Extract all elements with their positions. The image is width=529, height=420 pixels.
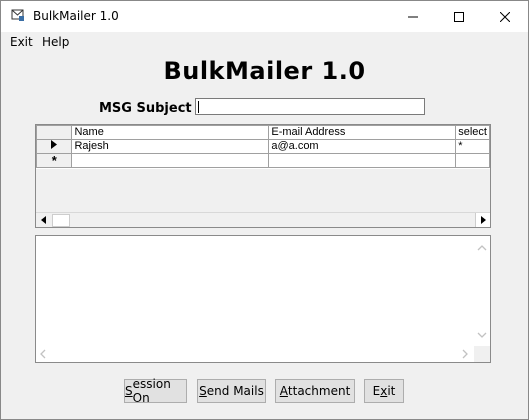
memo-vscroll-arrows-icon [477, 245, 487, 338]
maximize-icon [454, 11, 464, 22]
send-mails-accel: S [199, 384, 207, 398]
current-row-icon [51, 140, 58, 149]
session-on-button[interactable]: Session On [124, 377, 187, 405]
grid-header-row: Name E-mail Address select [36, 125, 490, 140]
subject-input[interactable] [195, 98, 425, 115]
column-header-email[interactable]: E-mail Address [268, 125, 457, 140]
new-cell-name[interactable] [71, 153, 270, 168]
menu-help[interactable]: Help [42, 35, 69, 49]
grid-horizontal-scrollbar[interactable] [36, 212, 490, 227]
session-on-label: ession On [132, 377, 171, 405]
menu-bar: Exit Help [1, 32, 528, 52]
memo-vertical-scrollbar[interactable] [474, 236, 490, 346]
arrow-right-icon [480, 216, 486, 224]
subject-label: MSG Subject [99, 101, 192, 116]
memo-scroll-corner [474, 346, 490, 362]
app-heading: BulkMailer 1.0 [163, 57, 366, 85]
attachment-button[interactable]: Attachment [275, 379, 355, 403]
arrow-left-icon [40, 216, 46, 224]
column-header-select[interactable]: select [455, 125, 490, 140]
title-bar[interactable]: BulkMailer 1.0 [1, 1, 528, 32]
session-on-accel: S [125, 384, 133, 398]
new-row-selector[interactable]: * [36, 153, 73, 168]
exit-button[interactable]: Ex it [364, 379, 404, 403]
table-row[interactable]: Rajesh a@a.com * [36, 139, 490, 154]
app-icon[interactable] [11, 9, 25, 22]
close-button[interactable] [482, 1, 528, 32]
message-body-textarea[interactable] [35, 235, 491, 363]
scroll-thumb[interactable] [52, 214, 70, 227]
text-caret [198, 101, 199, 113]
row-selector[interactable] [36, 139, 73, 154]
memo-hscroll-arrows-icon [40, 349, 468, 359]
attachment-accel: A [279, 384, 288, 398]
window-title: BulkMailer 1.0 [33, 9, 119, 23]
scroll-right-button[interactable] [475, 213, 490, 227]
cell-name[interactable]: Rajesh [71, 139, 270, 154]
grid-empty-area [36, 169, 490, 214]
exit-accel: x [380, 384, 388, 398]
maximize-button[interactable] [436, 1, 482, 32]
column-header-name[interactable]: Name [71, 125, 270, 140]
send-mails-label: end Mails [206, 384, 264, 398]
send-mails-button[interactable]: Send Mails [197, 379, 266, 403]
new-row[interactable]: * [36, 153, 490, 168]
cell-select[interactable]: * [455, 139, 490, 154]
main-window: BulkMailer 1.0 Exit Help BulkMailer 1.0 … [0, 0, 529, 420]
memo-horizontal-scrollbar[interactable] [36, 346, 474, 362]
new-cell-email[interactable] [268, 153, 457, 168]
close-icon [500, 11, 510, 22]
minimize-icon [408, 16, 418, 17]
new-cell-select[interactable] [455, 153, 490, 168]
attachment-label: ttachment [287, 384, 351, 398]
recipients-grid[interactable]: Name E-mail Address select Rajesh a@a.co… [35, 124, 491, 228]
exit-prefix: E [372, 384, 381, 398]
grid-corner-cell[interactable] [36, 125, 73, 140]
cell-email[interactable]: a@a.com [268, 139, 457, 154]
menu-exit[interactable]: Exit [10, 35, 33, 49]
minimize-button[interactable] [390, 1, 436, 32]
exit-label: it [387, 384, 396, 398]
scroll-left-button[interactable] [36, 213, 50, 227]
